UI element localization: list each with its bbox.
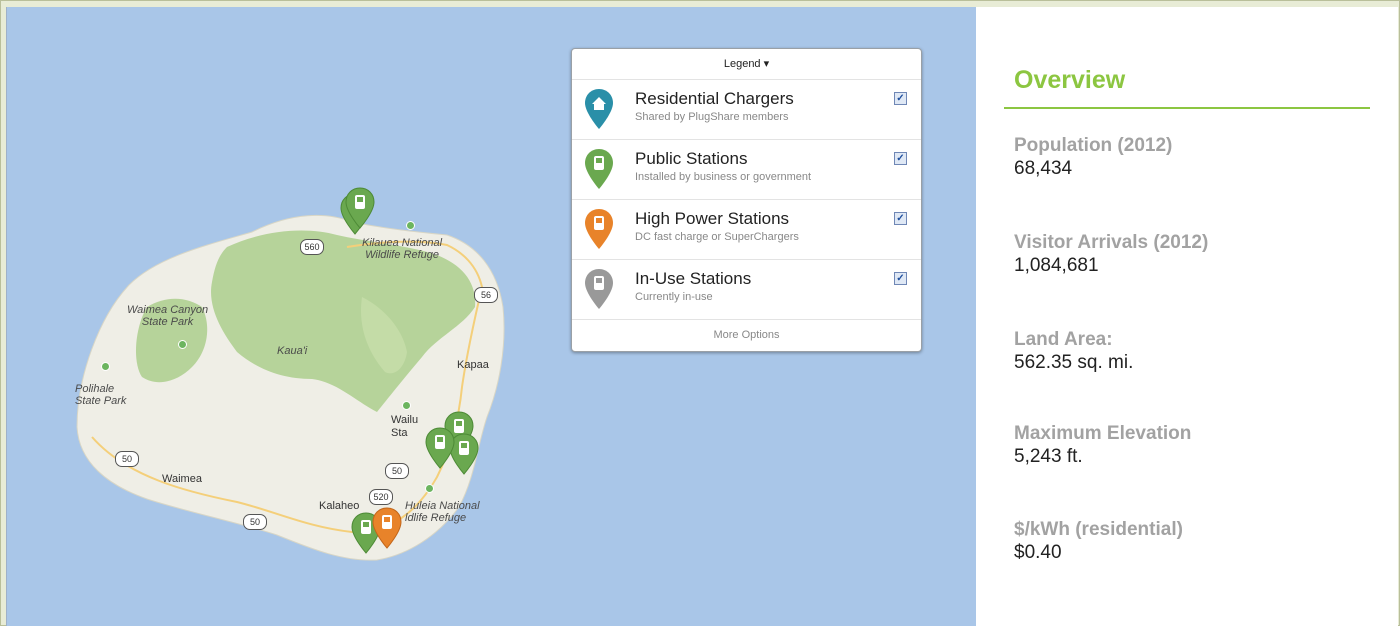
stat-value: $0.40: [1014, 542, 1062, 563]
legend-item-title: High Power Stations: [635, 209, 790, 228]
legend-toggle[interactable]: Legend ▾: [572, 49, 921, 80]
legend-item-title: Residential Chargers: [635, 89, 794, 108]
route-shield-50: 50: [115, 451, 139, 467]
legend-item-subtitle: DC fast charge or SuperChargers: [635, 231, 799, 243]
overview-panel: Overview Population (2012) 68,434 Visito…: [976, 7, 1398, 626]
stat-label: Land Area:: [1014, 329, 1113, 350]
park-poi-icon: [406, 221, 415, 230]
legend-item-public[interactable]: Public Stations Installed by business or…: [572, 140, 921, 200]
legend-checkbox[interactable]: ✓: [894, 152, 907, 165]
high-power-station-pin-icon[interactable]: [372, 507, 402, 549]
map-label-huleia: Huleia National ldlife Refuge: [405, 500, 480, 524]
legend-item-in-use[interactable]: In-Use Stations Currently in-use ✓: [572, 260, 921, 320]
park-poi-icon: [425, 484, 434, 493]
park-poi-icon: [101, 362, 110, 371]
stat-value: 68,434: [1014, 158, 1073, 179]
stat-label: Visitor Arrivals (2012): [1014, 232, 1209, 253]
map-label-waimea: Waimea: [162, 473, 202, 485]
route-shield-56: 56: [474, 287, 498, 303]
legend-checkbox[interactable]: ✓: [894, 92, 907, 105]
map-label-wailua: Wailu Sta: [391, 414, 419, 439]
overview-title: Overview: [1014, 66, 1126, 94]
map-label-waimea-canyon: Waimea Canyon State Park: [127, 304, 209, 328]
public-station-pin-icon[interactable]: [425, 427, 455, 469]
stat-kwh-residential: $/kWh (residential) $0.40: [1014, 518, 1183, 564]
plug-icon: [585, 149, 613, 189]
map-label-kapaa: Kapaa: [457, 359, 489, 371]
park-poi-icon: [178, 340, 187, 349]
legend-panel: Legend ▾ Residential Chargers Shared by …: [571, 48, 922, 352]
stat-value: 562.35 sq. mi.: [1014, 352, 1134, 373]
park-poi-icon: [402, 401, 411, 410]
plug-icon: [585, 209, 613, 249]
plug-icon: [585, 269, 613, 309]
map-label-kalaheo: Kalaheo: [319, 500, 360, 512]
stat-population: Population (2012) 68,434: [1014, 134, 1172, 180]
public-station-pin-icon[interactable]: [345, 187, 375, 229]
legend-item-high-power[interactable]: High Power Stations DC fast charge or Su…: [572, 200, 921, 260]
stat-visitor-arrivals: Visitor Arrivals (2012) 1,084,681: [1014, 231, 1208, 277]
map-label-polihale: Polihale State Park: [75, 383, 127, 407]
stat-value: 1,084,681: [1014, 255, 1099, 276]
stat-land-area: Land Area: 562.35 sq. mi.: [1014, 328, 1133, 374]
legend-item-subtitle: Currently in-use: [635, 291, 713, 303]
route-shield-560: 560: [300, 239, 324, 255]
home-icon: [585, 89, 613, 129]
route-shield-520: 520: [369, 489, 393, 505]
stat-label: Maximum Elevation: [1014, 423, 1192, 444]
legend-item-subtitle: Installed by business or government: [635, 171, 812, 183]
map-label-kilauea: Kilauea National Wildlife Refuge: [362, 237, 443, 261]
map-label-kauai: Kaua'i: [277, 345, 308, 357]
route-shield-50: 50: [243, 514, 267, 530]
legend-checkbox[interactable]: ✓: [894, 272, 907, 285]
legend-checkbox[interactable]: ✓: [894, 212, 907, 225]
map-view[interactable]: Kilauea National Wildlife Refuge Waimea …: [6, 7, 976, 626]
stat-label: $/kWh (residential): [1014, 519, 1183, 540]
stat-value: 5,243 ft.: [1014, 446, 1083, 467]
route-shield-50: 50: [385, 463, 409, 479]
legend-item-title: Public Stations: [635, 149, 748, 168]
more-options-link[interactable]: More Options: [572, 320, 921, 350]
stat-label: Population (2012): [1014, 135, 1173, 156]
legend-item-subtitle: Shared by PlugShare members: [635, 111, 789, 123]
overview-divider: [1004, 107, 1370, 109]
stat-max-elevation: Maximum Elevation 5,243 ft.: [1014, 422, 1191, 468]
legend-item-title: In-Use Stations: [635, 269, 752, 288]
legend-item-residential[interactable]: Residential Chargers Shared by PlugShare…: [572, 80, 921, 140]
